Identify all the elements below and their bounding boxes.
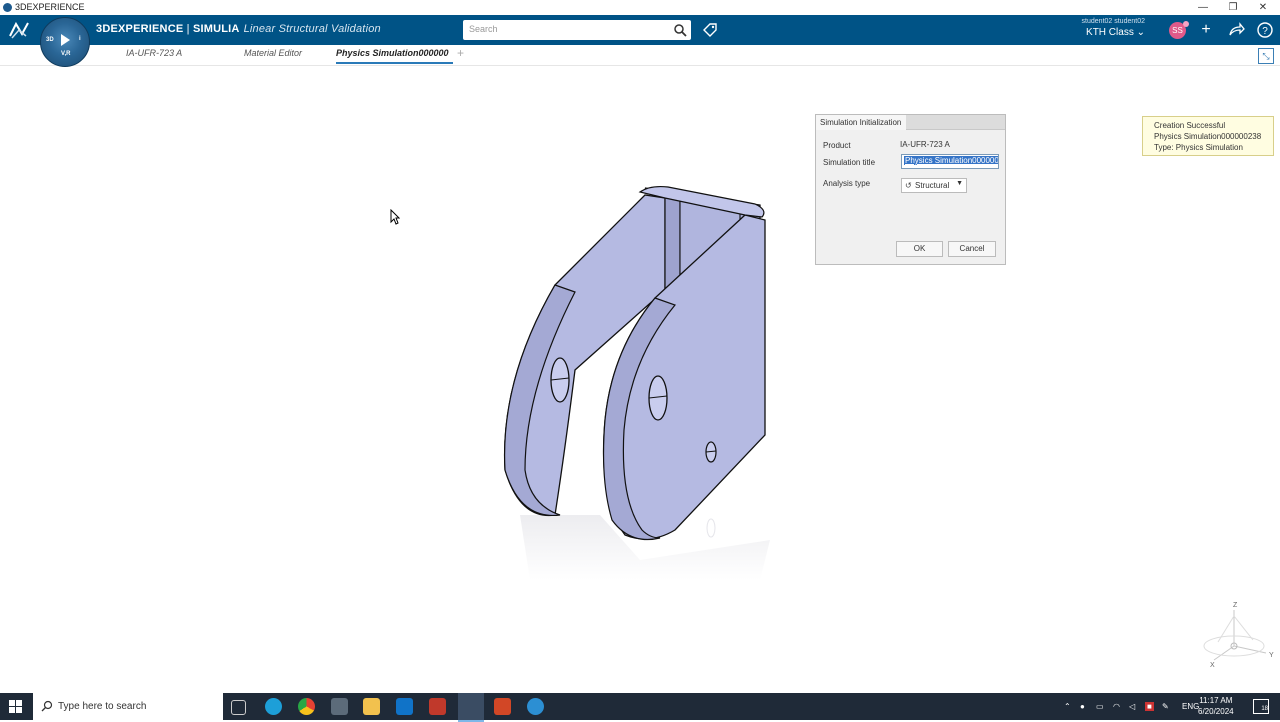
file-explorer-icon[interactable] bbox=[363, 698, 380, 715]
notification-line-2: Physics Simulation000000238 bbox=[1154, 132, 1262, 141]
user-menu[interactable]: student02 student02 KTH Class ⌄ bbox=[1082, 18, 1145, 38]
svg-text:?: ? bbox=[1262, 26, 1268, 37]
analysis-type-select[interactable]: ↺ Structural ▼ bbox=[901, 178, 967, 193]
dialog-header-bar[interactable] bbox=[906, 115, 1005, 130]
chrome-icon[interactable] bbox=[298, 698, 315, 715]
notifications-icon[interactable]: 18 bbox=[1253, 699, 1269, 714]
triad-x-label: X bbox=[1210, 662, 1215, 669]
simulation-title-label: Simulation title bbox=[823, 158, 876, 167]
taskbar-search-icon bbox=[41, 700, 53, 712]
app-name: Linear Structural Validation bbox=[243, 23, 381, 35]
microphone-icon[interactable]: ● bbox=[1080, 702, 1085, 711]
language-indicator[interactable]: ENG bbox=[1182, 702, 1199, 711]
app-tray-icon[interactable]: ■ bbox=[1145, 702, 1154, 711]
creation-notification: Creation Successful Physics Simulation00… bbox=[1142, 116, 1274, 156]
clock[interactable]: 11:17 AM 6/20/2024 bbox=[1198, 695, 1234, 717]
os-taskbar: Type here to search ⌃ ● ▭ ◠ ◁ ■ ✎ ENG 11… bbox=[0, 693, 1280, 722]
notification-line-3: Type: Physics Simulation bbox=[1154, 143, 1243, 152]
clock-date: 6/20/2024 bbox=[1198, 707, 1234, 716]
brand-product: SIMULIA bbox=[192, 23, 240, 35]
user-name: student02 student02 bbox=[1081, 18, 1145, 25]
active-tab-indicator bbox=[336, 62, 453, 64]
chevron-down-icon: ⌄ bbox=[1136, 27, 1145, 38]
triad-z-label: Z bbox=[1233, 602, 1238, 609]
simulation-initialization-dialog: Simulation Initialization Product IA-UFR… bbox=[815, 114, 1006, 265]
compass-3d-label: 3D bbox=[46, 37, 54, 43]
window-title-bar: 3DEXPERIENCE — ❐ ✕ bbox=[0, 0, 1280, 15]
simulation-title-field[interactable]: Physics Simulation000000238 bbox=[901, 154, 999, 169]
restore-button[interactable]: ❐ bbox=[1218, 0, 1248, 15]
cancel-button[interactable]: Cancel bbox=[948, 241, 996, 257]
minimize-button[interactable]: — bbox=[1188, 0, 1218, 15]
tab-physics-simulation[interactable]: Physics Simulation000000 bbox=[336, 48, 449, 58]
volume-icon[interactable]: ◁ bbox=[1129, 702, 1135, 711]
search-placeholder: Search bbox=[469, 24, 498, 34]
windows-start-icon[interactable] bbox=[9, 700, 22, 713]
compass-widget[interactable]: 3D i V,R bbox=[40, 17, 90, 67]
share-icon[interactable] bbox=[1227, 21, 1245, 39]
notification-line-1: Creation Successful bbox=[1154, 121, 1226, 130]
compass-vr-label: V,R bbox=[61, 51, 71, 57]
edge-icon[interactable] bbox=[265, 698, 282, 715]
3dexperience-taskbar-icon[interactable] bbox=[458, 693, 484, 722]
avatar[interactable]: SS bbox=[1169, 21, 1189, 39]
search-icon[interactable] bbox=[673, 23, 687, 37]
tag-icon[interactable] bbox=[702, 22, 718, 38]
tab-bar: IA-UFR-723 A Material Editor Physics Sim… bbox=[0, 45, 1280, 66]
calculator-icon[interactable] bbox=[331, 698, 348, 715]
wifi-icon[interactable]: ◠ bbox=[1113, 702, 1120, 711]
help-icon[interactable]: ? bbox=[1256, 21, 1274, 39]
task-view-icon[interactable] bbox=[231, 700, 246, 715]
pen-icon[interactable]: ✎ bbox=[1162, 702, 1169, 711]
add-icon[interactable]: + bbox=[1197, 21, 1215, 39]
tray-chevron-icon[interactable]: ⌃ bbox=[1064, 702, 1071, 711]
tab-material-editor[interactable]: Material Editor bbox=[244, 48, 302, 58]
triad-y-label: Y bbox=[1269, 652, 1274, 659]
structural-icon: ↺ bbox=[905, 181, 912, 190]
window-title: 3DEXPERIENCE bbox=[15, 2, 85, 12]
product-label: Product bbox=[823, 141, 851, 150]
orientation-triad-icon[interactable]: Z Y X bbox=[1198, 598, 1278, 673]
analysis-type-value: Structural bbox=[915, 181, 950, 190]
brand-title: 3DEXPERIENCE | SIMULIA Linear Structural … bbox=[96, 23, 381, 35]
dassault-logo-icon[interactable] bbox=[8, 20, 32, 40]
compass-i-label: i bbox=[79, 36, 81, 42]
top-bar: 3DEXPERIENCE | SIMULIA Linear Structural … bbox=[0, 15, 1280, 45]
app-icon bbox=[3, 3, 12, 12]
dialog-title: Simulation Initialization bbox=[820, 118, 902, 127]
security-app-icon[interactable] bbox=[429, 698, 446, 715]
dialog-title-tab: Simulation Initialization bbox=[816, 115, 907, 130]
settings-app-icon[interactable] bbox=[527, 698, 544, 715]
dropdown-arrow-icon[interactable]: ▼ bbox=[956, 180, 963, 187]
brand-separator: | bbox=[183, 23, 193, 35]
brand-prefix: 3DEXPERIENCE bbox=[96, 23, 184, 35]
clock-time: 11:17 AM bbox=[1199, 696, 1233, 705]
collab-space: KTH Class bbox=[1086, 27, 1134, 38]
search-input[interactable]: Search bbox=[463, 20, 691, 40]
notification-count: 18 bbox=[1261, 706, 1268, 712]
outlook-icon[interactable] bbox=[396, 698, 413, 715]
collapse-icon[interactable]: ⤡ bbox=[1258, 48, 1274, 64]
close-button[interactable]: ✕ bbox=[1248, 0, 1278, 15]
mouse-cursor-icon bbox=[390, 209, 400, 225]
tab-product[interactable]: IA-UFR-723 A bbox=[126, 48, 182, 58]
taskbar-search-placeholder: Type here to search bbox=[58, 701, 147, 712]
bracket-part-3d-model[interactable] bbox=[490, 120, 790, 590]
taskbar-search-input[interactable]: Type here to search bbox=[33, 693, 223, 720]
analysis-type-label: Analysis type bbox=[823, 179, 871, 188]
battery-icon[interactable]: ▭ bbox=[1096, 702, 1104, 711]
ok-button[interactable]: OK bbox=[896, 241, 943, 257]
product-value: IA-UFR-723 A bbox=[900, 140, 950, 149]
add-tab-button[interactable]: + bbox=[457, 46, 464, 60]
powerpoint-icon[interactable] bbox=[494, 698, 511, 715]
play-icon[interactable] bbox=[61, 34, 70, 46]
simulation-title-value: Physics Simulation000000238 bbox=[904, 156, 998, 165]
